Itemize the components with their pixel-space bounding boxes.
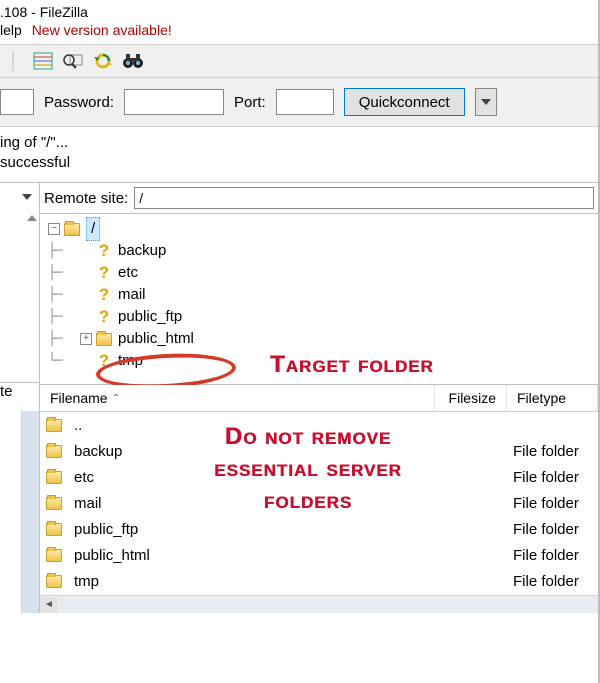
log-line: successful: [0, 153, 598, 173]
password-label: Password:: [44, 94, 114, 111]
remote-pane: Remote site: − / ├─?backup ├─?etc ├─?mai…: [40, 183, 598, 613]
folder-icon: [46, 523, 62, 536]
column-filetype[interactable]: Filetype: [507, 385, 598, 411]
search-icon[interactable]: [60, 49, 86, 73]
unknown-icon: ?: [96, 265, 112, 281]
menu-help[interactable]: lelp: [0, 22, 22, 38]
chevron-up-icon: [27, 215, 37, 221]
quickconnect-dropdown[interactable]: [475, 88, 497, 116]
toggle-tree-icon[interactable]: [30, 49, 56, 73]
file-name: public_html: [74, 547, 150, 564]
port-input[interactable]: [276, 89, 334, 115]
chevron-down-icon: [481, 99, 491, 105]
port-label: Port:: [234, 94, 266, 111]
tree-item[interactable]: ├─?etc: [48, 262, 590, 284]
unknown-icon: ?: [96, 287, 112, 303]
remote-file-list: Filename⌃ Filesize Filetype .. backup File…: [40, 385, 598, 613]
local-column-header[interactable]: te: [0, 383, 13, 400]
file-row[interactable]: tmp File folder: [40, 568, 598, 594]
local-scrollbar[interactable]: [21, 411, 39, 613]
window-title: .108 - FileZilla: [0, 0, 598, 20]
sort-asc-icon: ⌃: [112, 393, 120, 404]
local-pane: te: [0, 183, 40, 613]
folder-icon: [46, 445, 62, 458]
file-name: backup: [74, 443, 122, 460]
quickconnect-bar: Password: Port: Quickconnect: [0, 78, 598, 127]
remote-tree: − / ├─?backup ├─?etc ├─?mail ├─?public_f…: [40, 214, 598, 385]
file-type: File folder: [513, 495, 598, 512]
tree-item-label: public_html: [118, 328, 194, 350]
tree-item-label: etc: [118, 262, 138, 284]
file-list-header: Filename⌃ Filesize Filetype: [40, 385, 598, 412]
unknown-icon: ?: [96, 243, 112, 259]
folder-icon: [46, 549, 62, 562]
tree-root[interactable]: − /: [48, 218, 590, 240]
column-filename[interactable]: Filename⌃: [40, 385, 435, 411]
file-name: tmp: [74, 573, 99, 590]
toolbar: [0, 44, 598, 78]
file-row[interactable]: public_html File folder: [40, 542, 598, 568]
new-version-link[interactable]: New version available!: [32, 22, 172, 38]
tree-item-label: backup: [118, 240, 166, 262]
folder-icon: [46, 497, 62, 510]
expand-icon[interactable]: +: [80, 333, 92, 345]
unknown-icon: ?: [96, 309, 112, 325]
tree-item-label: mail: [118, 284, 146, 306]
annotation-warning: Do not remove essential server folders: [178, 421, 438, 517]
collapse-icon[interactable]: −: [48, 223, 60, 235]
folder-icon: [46, 419, 62, 432]
folder-icon: [46, 471, 62, 484]
binoculars-icon[interactable]: [120, 49, 146, 73]
file-type: File folder: [513, 521, 598, 538]
horizontal-scrollbar[interactable]: ◄: [40, 595, 598, 613]
file-name: ..: [74, 417, 82, 434]
message-log: ing of "/"... successful: [0, 127, 598, 183]
annotation-target-folder: Target folder: [270, 354, 434, 376]
refresh-icon[interactable]: [90, 49, 116, 73]
host-input[interactable]: [0, 89, 34, 115]
password-input[interactable]: [124, 89, 224, 115]
file-name: public_ftp: [74, 521, 138, 538]
tree-root-label: /: [86, 217, 100, 241]
local-site-dropdown[interactable]: [19, 187, 35, 207]
file-name: etc: [74, 469, 94, 486]
tree-item[interactable]: ├─+public_html: [48, 328, 590, 350]
file-type: File folder: [513, 573, 598, 590]
file-type: File folder: [513, 469, 598, 486]
tree-item-label: public_ftp: [118, 306, 182, 328]
tree-item[interactable]: ├─?mail: [48, 284, 590, 306]
folder-icon: [96, 333, 112, 346]
menu-bar: lelp New version available!: [0, 20, 598, 44]
chevron-down-icon: [22, 194, 32, 200]
log-line: ing of "/"...: [0, 133, 598, 153]
tree-item[interactable]: ├─?backup: [48, 240, 590, 262]
quickconnect-button[interactable]: Quickconnect: [344, 88, 465, 116]
tree-item[interactable]: ├─?public_ftp: [48, 306, 590, 328]
toolbar-divider: [0, 49, 26, 73]
remote-site-label: Remote site:: [44, 190, 128, 207]
folder-icon: [46, 575, 62, 588]
column-filesize[interactable]: Filesize: [435, 385, 507, 411]
file-type: File folder: [513, 547, 598, 564]
folder-icon: [64, 223, 80, 236]
file-type: File folder: [513, 443, 598, 460]
file-name: mail: [74, 495, 102, 512]
remote-site-input[interactable]: [134, 187, 594, 209]
file-row[interactable]: public_ftp File folder: [40, 516, 598, 542]
scroll-left-icon[interactable]: ◄: [40, 597, 58, 613]
